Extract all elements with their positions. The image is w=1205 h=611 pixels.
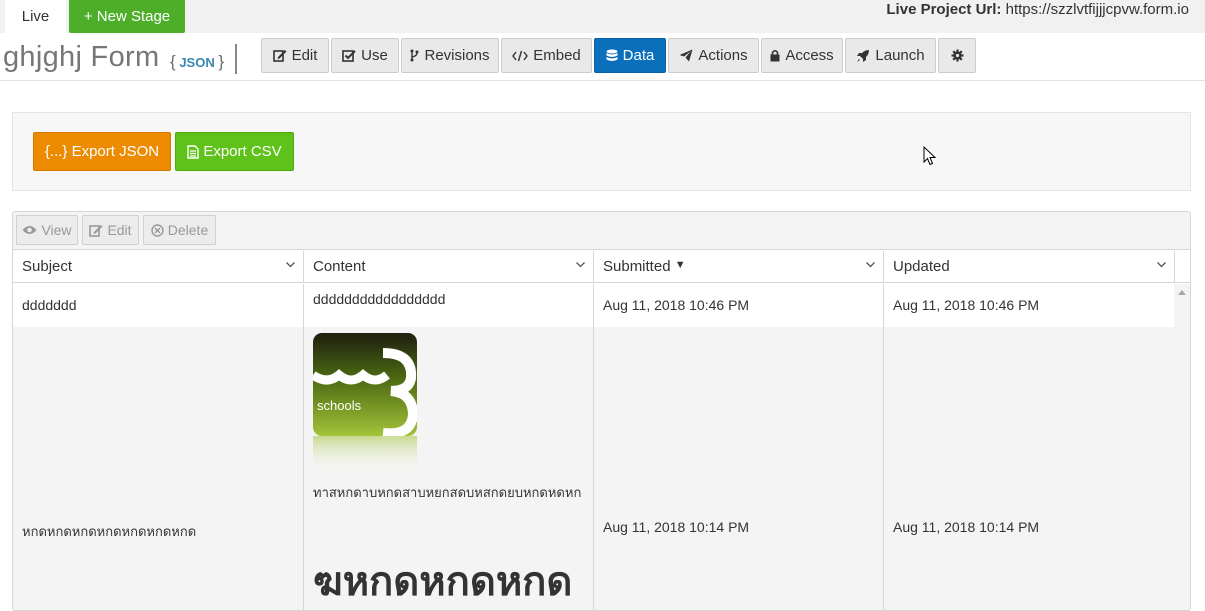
nav-access[interactable]: Access xyxy=(761,38,843,73)
code-icon xyxy=(512,50,529,61)
cell-subject: ddddddd xyxy=(22,297,77,313)
column-header-label: Submitted ▼ xyxy=(603,258,686,275)
view-label: View xyxy=(41,222,72,238)
paper-plane-icon xyxy=(679,49,693,62)
table-cell[interactable]: schools ทาสหกดาบหกดสาบหยกสดบหสกดยบหกดหดห… xyxy=(304,327,594,610)
cell-submitted: Aug 11, 2018 10:46 PM xyxy=(603,297,750,313)
submissions-grid: View Edit Delete Subject Content Submitt… xyxy=(12,211,1191,611)
live-project-url: Live Project Url: https://szzlvtfijjjcpv… xyxy=(886,1,1189,18)
chevron-down-icon[interactable] xyxy=(1157,262,1166,268)
sort-desc-icon: ▼ xyxy=(674,259,686,271)
delete-button[interactable]: Delete xyxy=(143,215,216,245)
table-row[interactable]: ddddddd xyxy=(13,284,304,327)
header-spacer xyxy=(1175,251,1190,283)
cell-content: ddddddddddddddddd xyxy=(313,291,446,307)
nav-actions[interactable]: Actions xyxy=(668,38,759,73)
chevron-down-icon[interactable] xyxy=(576,262,585,268)
title-divider xyxy=(235,44,237,74)
table-cell[interactable]: Aug 11, 2018 10:14 PM xyxy=(884,327,1175,610)
table-cell[interactable]: Aug 11, 2018 10:14 PM xyxy=(594,327,884,610)
edit-row-label: Edit xyxy=(107,222,132,238)
view-button[interactable]: View xyxy=(16,215,78,245)
edit-icon xyxy=(272,50,287,62)
database-icon xyxy=(606,49,618,61)
eye-icon xyxy=(22,226,37,234)
table-row[interactable]: หกดหกดหกดหกดหกดหกดหกด xyxy=(13,327,304,610)
nav-revisions[interactable]: Revisions xyxy=(401,38,499,73)
column-header-updated[interactable]: Updated xyxy=(884,251,1175,283)
live-url-label: Live Project Url: xyxy=(886,1,1002,18)
branch-icon xyxy=(410,49,419,62)
table-cell[interactable]: ddddddddddddddddd xyxy=(304,284,594,327)
close-circle-icon xyxy=(151,223,164,237)
export-csv-label: Export CSV xyxy=(203,143,282,160)
mouse-cursor-icon xyxy=(923,146,936,166)
w3schools-logo-image: schools xyxy=(313,333,417,474)
table-cell[interactable]: Aug 11, 2018 10:46 PM xyxy=(884,284,1175,327)
column-header-content[interactable]: Content xyxy=(304,251,594,283)
cell-content-text: ทาสหกดาบหกดสาบหยกสดบหสกดยบหกดหดหก xyxy=(313,485,582,500)
cell-updated: Aug 11, 2018 10:46 PM xyxy=(893,297,1040,313)
export-csv-button[interactable]: Export CSV xyxy=(175,132,294,171)
form-header: ghjghj Form { JSON } Edit Use Revisions … xyxy=(0,33,1205,81)
nav-use-label: Use xyxy=(361,47,388,64)
cell-subject: หกดหกดหกดหกดหกดหกดหกด xyxy=(22,524,197,539)
vertical-scrollbar[interactable] xyxy=(1174,284,1190,610)
file-text-icon xyxy=(187,144,200,159)
nav-edit-label: Edit xyxy=(291,47,318,64)
top-bar: Live + New Stage Live Project Url: https… xyxy=(0,0,1205,33)
column-header-label: Updated xyxy=(893,258,950,275)
gear-icon xyxy=(951,49,963,62)
column-header-subject[interactable]: Subject xyxy=(13,251,304,283)
scroll-up-arrow-icon[interactable] xyxy=(1178,290,1186,295)
chevron-down-icon[interactable] xyxy=(286,262,295,268)
column-header-label: Subject xyxy=(22,258,73,275)
edit-row-button[interactable]: Edit xyxy=(82,215,139,245)
nav-access-label: Access xyxy=(785,47,834,64)
column-header-label: Content xyxy=(313,258,366,275)
nav-data-label: Data xyxy=(622,47,655,64)
check-square-icon xyxy=(342,50,356,62)
delete-label: Delete xyxy=(167,222,209,238)
cell-submitted: Aug 11, 2018 10:14 PM xyxy=(603,519,750,535)
json-badge-label: JSON xyxy=(179,55,215,70)
column-header-submitted[interactable]: Submitted ▼ xyxy=(594,251,884,283)
rocket-icon xyxy=(857,49,870,62)
nav-use[interactable]: Use xyxy=(331,38,399,73)
form-title: ghjghj Form xyxy=(3,41,160,73)
cell-updated: Aug 11, 2018 10:14 PM xyxy=(893,519,1040,535)
edit-icon xyxy=(89,224,103,237)
export-panel: {...} Export JSON Export CSV xyxy=(12,112,1191,191)
nav-settings[interactable] xyxy=(938,38,976,73)
export-json-button[interactable]: {...} Export JSON xyxy=(33,132,171,171)
nav-embed[interactable]: Embed xyxy=(501,38,592,73)
logo-text: schools xyxy=(317,398,362,413)
nav-revisions-label: Revisions xyxy=(424,47,490,64)
lock-icon xyxy=(770,49,780,62)
nav-data[interactable]: Data xyxy=(594,38,666,73)
grid-toolbar: View Edit Delete xyxy=(13,212,1190,250)
nav-actions-label: Actions xyxy=(698,47,748,64)
tab-live[interactable]: Live xyxy=(5,0,66,33)
cell-content-heading: ฆหกดหกดหกด xyxy=(313,560,573,604)
chevron-down-icon[interactable] xyxy=(866,262,875,268)
nav-launch[interactable]: Launch xyxy=(845,38,936,73)
json-brace-close: } xyxy=(218,52,225,71)
submitted-header-text: Submitted xyxy=(603,258,671,275)
new-stage-button[interactable]: + New Stage xyxy=(69,0,185,33)
table-cell[interactable]: Aug 11, 2018 10:46 PM xyxy=(594,284,884,327)
json-badge[interactable]: { JSON } xyxy=(170,52,224,72)
json-brace-open: { xyxy=(170,52,176,71)
nav-edit[interactable]: Edit xyxy=(261,38,329,73)
nav-embed-label: Embed xyxy=(533,47,581,64)
live-url-value[interactable]: https://szzlvtfijjjcpvw.form.io xyxy=(1006,1,1189,18)
nav-launch-label: Launch xyxy=(875,47,925,64)
